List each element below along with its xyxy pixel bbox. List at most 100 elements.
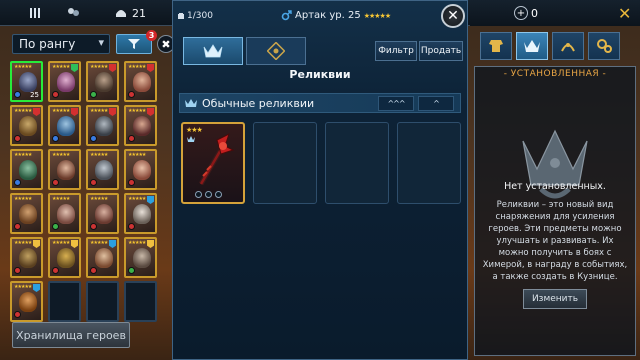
page-title: Реликвии (289, 68, 351, 81)
change-button[interactable]: Изменить (523, 289, 587, 309)
rank-badge-icon (109, 108, 116, 116)
affinity-icon (14, 91, 21, 98)
installed-panel: + 0 ✕ - УСТАНОВЛЕННАЯ - Нет установленны… (470, 0, 640, 360)
stars-icon: ★★★★★ (52, 64, 70, 70)
sort-rarity-button[interactable]: ^^^ (378, 96, 414, 111)
currency-counter[interactable]: + 0 (514, 4, 584, 22)
hero-card[interactable]: ★★★★★ (10, 281, 43, 322)
filter-button[interactable]: Фильтр (375, 41, 417, 61)
hero-card[interactable]: ★★★★★ (10, 105, 43, 146)
hero-portrait (133, 160, 151, 180)
hero-card[interactable]: ★★★★★ (86, 237, 119, 278)
hero-slot-empty (86, 281, 119, 322)
hero-slot-empty (48, 281, 81, 322)
hero-card[interactable]: ★★★★★ (10, 237, 43, 278)
hero-card[interactable]: ★★★★★ (124, 61, 157, 102)
hero-card[interactable]: ★★★★★ (48, 149, 81, 190)
crown-icon (524, 40, 540, 52)
tab-relics[interactable] (516, 32, 548, 60)
helmet-icon (116, 10, 126, 17)
tab-masteries[interactable] (552, 32, 584, 60)
hero-card[interactable]: ★★★★★ (48, 237, 81, 278)
installed-relic-card: - УСТАНОВЛЕННАЯ - Нет установленных. Рел… (474, 66, 636, 356)
tab-skills[interactable] (588, 32, 620, 60)
close-icon: ✖ (161, 37, 171, 51)
hero-card[interactable]: ★★★★★ (86, 149, 119, 190)
hero-card[interactable]: ★★★★★ (48, 105, 81, 146)
hero-card[interactable]: ★★★★★ (124, 149, 157, 190)
close-button[interactable]: ✕ (441, 4, 465, 28)
hero-slot-empty (124, 281, 157, 322)
hero-portrait (19, 292, 37, 312)
hero-card[interactable]: ★★★★★ (124, 237, 157, 278)
menu-button[interactable] (28, 4, 42, 22)
relic-slot-empty[interactable] (325, 122, 389, 204)
section-header[interactable]: Обычные реликвии ^^^ ^ (179, 93, 461, 113)
masteries-icon (561, 43, 575, 52)
close-icon: ✕ (618, 4, 632, 23)
affinity-icon (128, 135, 135, 142)
close-icon: ✕ (447, 8, 459, 24)
rune-icon (267, 42, 285, 60)
hero-portrait (57, 160, 75, 180)
rank-badge-icon (147, 196, 154, 204)
hero-portrait (57, 116, 75, 136)
tab-forge[interactable] (246, 37, 306, 65)
affinity-icon (90, 223, 97, 230)
chevron-down-icon: ▾ (98, 36, 104, 49)
hero-level: 25 (30, 91, 39, 99)
relic-slot[interactable]: ★★★ (181, 122, 245, 204)
hero-card[interactable]: ★★★★★ (86, 193, 119, 234)
hero-card[interactable]: ★★★★★ (10, 193, 43, 234)
tab-armor[interactable] (480, 32, 512, 60)
hero-card[interactable]: ★★★★★ (48, 193, 81, 234)
rank-badge-icon (33, 240, 40, 248)
stars-icon: ★★★★★ (90, 196, 108, 202)
tab-relics[interactable] (183, 37, 243, 65)
stars-icon: ★★★★★ (90, 108, 108, 114)
relic-count: 1/300 (177, 11, 213, 21)
upgrade-dot (215, 191, 222, 198)
hero-card[interactable]: ★★★★★ 25 (10, 61, 43, 102)
hero-card[interactable]: ★★★★★ (10, 149, 43, 190)
hamburger-icon (30, 8, 40, 18)
stars-icon: ★★★★★ (128, 196, 146, 202)
gears-icon (597, 39, 612, 53)
hero-portrait (57, 72, 75, 92)
hero-portrait (19, 204, 37, 224)
rank-badge-icon (147, 108, 154, 116)
hero-card[interactable]: ★★★★★ (48, 61, 81, 102)
hero-card[interactable]: ★★★★★ (86, 105, 119, 146)
sort-select-value: По рангу (19, 37, 76, 51)
rank-badge-icon (71, 64, 78, 72)
crown-icon (203, 44, 223, 58)
relic-slot-empty[interactable] (253, 122, 317, 204)
section-label: Обычные реликвии (202, 96, 315, 110)
affinity-icon (90, 91, 97, 98)
hero-card[interactable]: ★★★★★ (124, 105, 157, 146)
hero-portrait (133, 116, 151, 136)
affinity-icon (128, 223, 135, 230)
screen: 21 По рангу ▾ 3 ✖ ★★★★★ 25 ★★★★★ ★★★★★ ★★… (0, 0, 640, 360)
sort-select[interactable]: По рангу ▾ (12, 34, 110, 54)
hero-card[interactable]: ★★★★★ (124, 193, 157, 234)
hero-portrait (57, 204, 75, 224)
exit-button[interactable]: ✕ (618, 4, 631, 23)
stars-icon: ★★★★★ (128, 108, 146, 114)
energy-counter[interactable]: 21 (114, 4, 146, 22)
sell-button[interactable]: Продать (419, 41, 463, 61)
stars-icon: ★★★★★ (52, 196, 70, 202)
hero-portrait (19, 116, 37, 136)
sort-level-button[interactable]: ^ (418, 96, 454, 111)
affinity-icon (52, 223, 59, 230)
none-installed-label: Нет установленных. (504, 181, 606, 192)
hero-storage-button[interactable]: Хранилища героев (12, 322, 130, 348)
social-icon (68, 8, 79, 16)
affinity-icon (52, 179, 59, 186)
rank-badge-icon (33, 108, 40, 116)
hero-card[interactable]: ★★★★★ (86, 61, 119, 102)
right-top-bar: + 0 ✕ (470, 0, 640, 26)
social-button[interactable] (66, 4, 80, 22)
affinity-icon (52, 135, 59, 142)
relic-slot-empty[interactable] (397, 122, 461, 204)
